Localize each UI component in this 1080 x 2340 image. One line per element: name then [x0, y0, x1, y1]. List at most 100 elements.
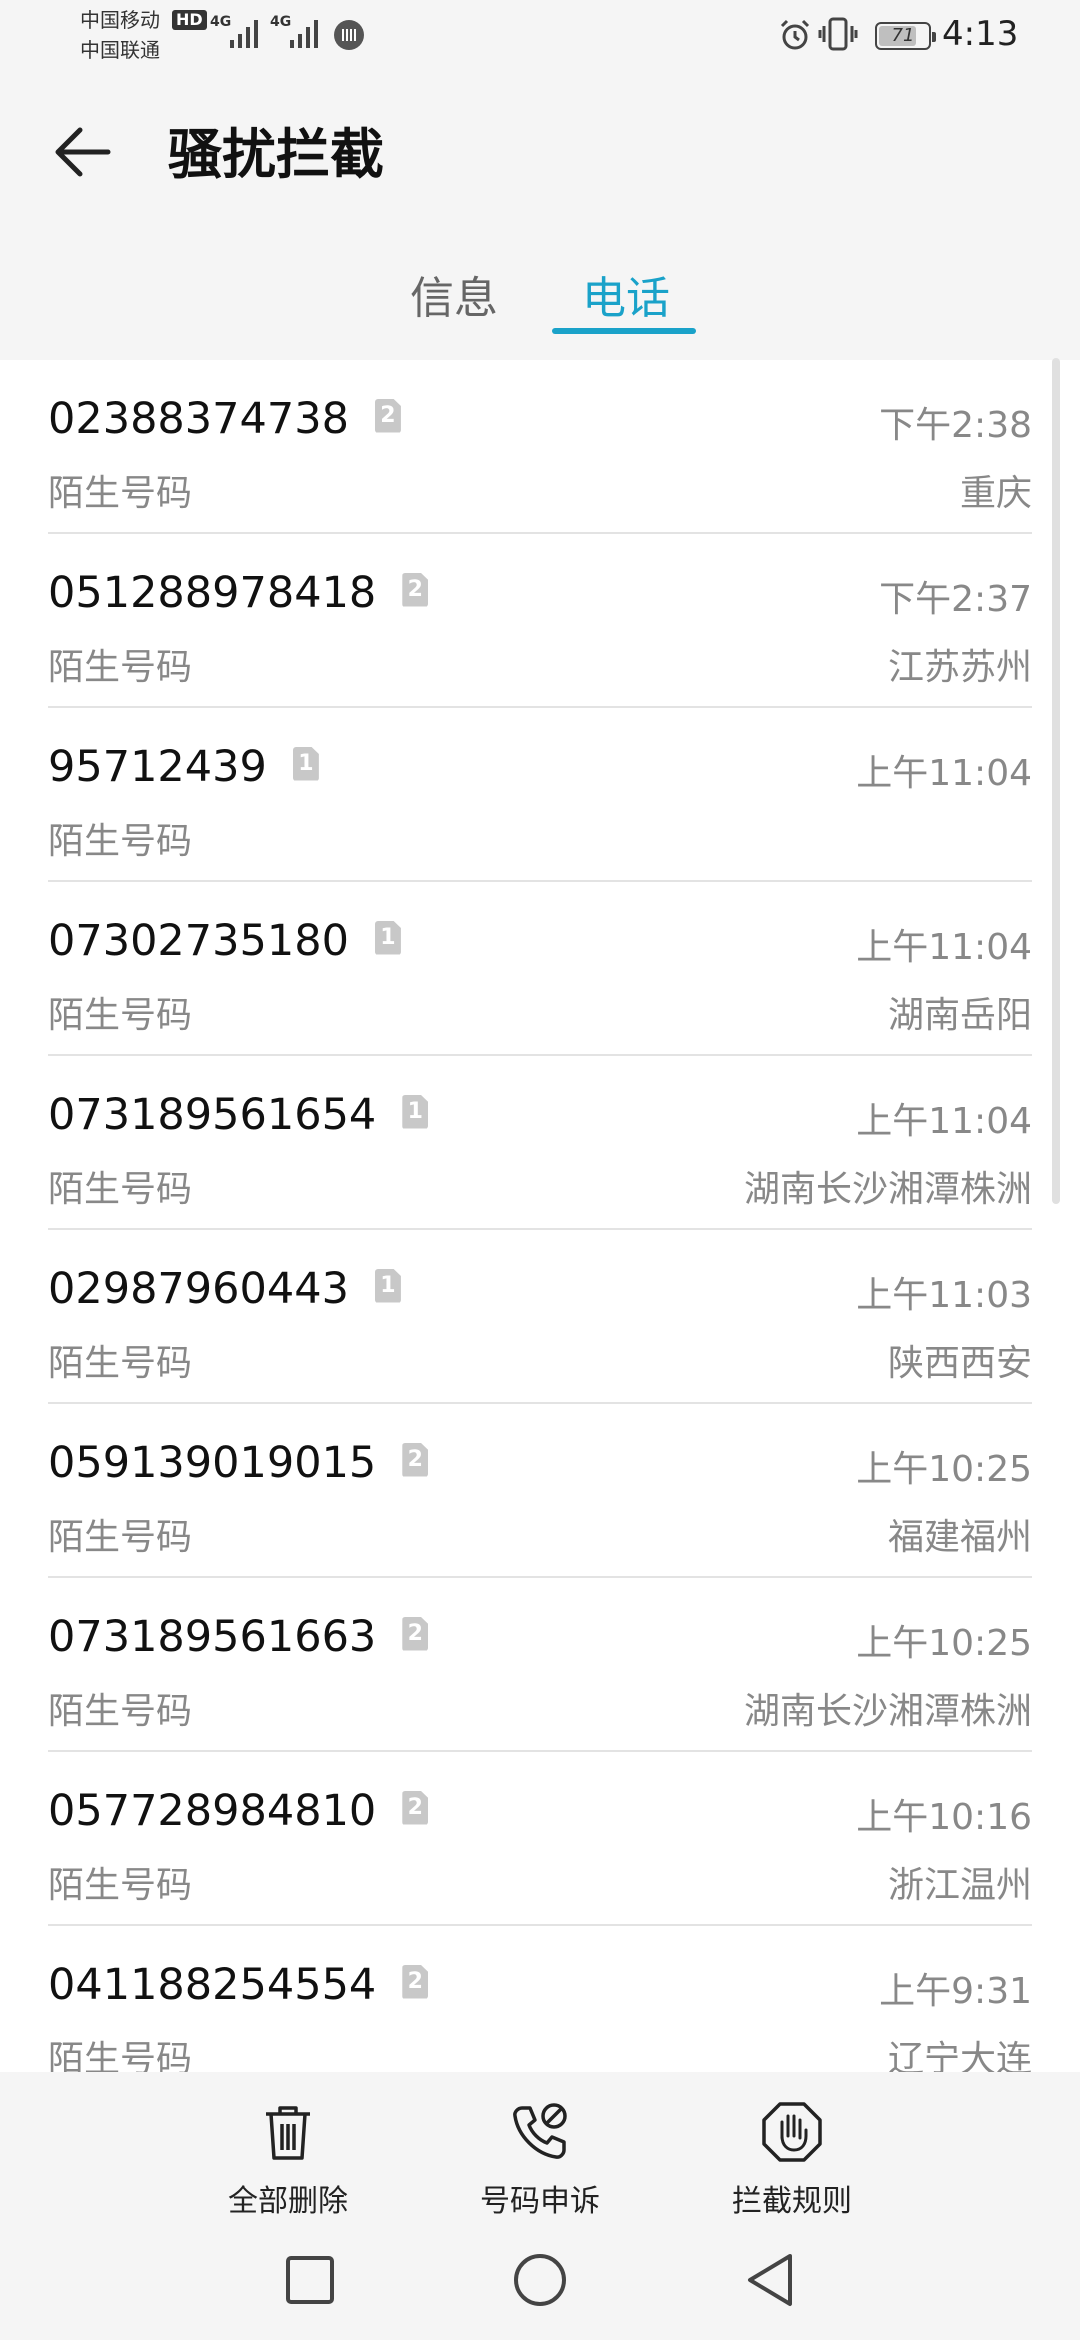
phone-number-text: 051288978418 — [48, 568, 377, 618]
phone-number: 02987960443 1 — [48, 1264, 401, 1314]
phone-number: 95712439 1 — [48, 742, 319, 792]
battery-icon: 71 — [875, 22, 936, 50]
phone-number-text: 041188254554 — [48, 1960, 377, 2010]
number-type-label: 陌生号码 — [48, 1517, 193, 1558]
call-location: 福建福州 — [887, 1517, 1032, 1558]
sim-slot-number: 1 — [380, 924, 396, 950]
call-row[interactable]: 073189561663 2 陌生号码 上午10:25 湖南长沙湘潭株洲 — [48, 1578, 1032, 1752]
battery-level: 71 — [891, 25, 915, 46]
tab-calls[interactable]: 电话 — [582, 262, 670, 326]
call-time: 上午10:16 — [856, 1797, 1032, 1838]
phone-number-text: 057728984810 — [48, 1786, 377, 1836]
blocked-calls-list[interactable]: 02388374738 2 陌生号码 下午2:38 重庆 051288978418 2 陌生号… — [0, 360, 1080, 2072]
sim-slot-number: 1 — [380, 1272, 396, 1298]
arrow-left-icon[interactable] — [46, 116, 118, 188]
sim-slot-number: 2 — [407, 1620, 423, 1646]
call-location: 陕西西安 — [887, 1343, 1032, 1384]
number-type-label: 陌生号码 — [48, 473, 193, 514]
signal-icon — [290, 20, 318, 48]
sim-card-icon: 2 — [374, 398, 401, 433]
call-row[interactable]: 02388374738 2 陌生号码 下午2:38 重庆 — [48, 360, 1032, 534]
sim-slot-number: 2 — [407, 576, 423, 602]
sim-card-icon: 1 — [374, 1268, 401, 1303]
call-row[interactable]: 073189561654 1 陌生号码 上午11:04 湖南长沙湘潭株洲 — [48, 1056, 1032, 1230]
scrollbar[interactable] — [1052, 358, 1060, 1204]
trash-icon — [266, 2106, 310, 2160]
phone-number-text: 95712439 — [48, 742, 267, 792]
sim-card-icon: 2 — [402, 1790, 429, 1825]
recent-apps-icon[interactable] — [280, 2250, 340, 2310]
call-row[interactable]: 051288978418 2 陌生号码 下午2:37 江苏苏州 — [48, 534, 1032, 708]
phone-number: 02388374738 2 — [48, 394, 401, 444]
call-location: 湖南长沙湘潭株洲 — [743, 1169, 1032, 1210]
phone-number-text: 073189561654 — [48, 1090, 377, 1140]
call-row[interactable]: 95712439 1 陌生号码 上午11:04 — [48, 708, 1032, 882]
phone-number: 073189561663 2 — [48, 1612, 429, 1662]
call-location: 湖南长沙湘潭株洲 — [743, 1691, 1032, 1732]
sim-card-icon: 1 — [374, 920, 401, 955]
sim-card-icon: 1 — [292, 746, 319, 781]
phone-number-text: 02987960443 — [48, 1264, 349, 1314]
call-row[interactable]: 059139019015 2 陌生号码 上午10:25 福建福州 — [48, 1404, 1032, 1578]
call-row[interactable]: 041188254554 2 陌生号码 上午9:31 辽宁大连 — [48, 1926, 1032, 2072]
carrier-2: 中国联通 — [80, 38, 160, 62]
system-navigation-bar — [0, 2230, 1080, 2340]
number-type-label: 陌生号码 — [48, 647, 193, 688]
sim-card-icon: 1 — [402, 1094, 429, 1129]
number-type-label: 陌生号码 — [48, 1343, 193, 1384]
sim-card-icon: 2 — [402, 1616, 429, 1651]
call-time: 下午2:38 — [879, 405, 1032, 446]
delete-all-label: 全部删除 — [228, 2184, 348, 2219]
phone-number: 057728984810 2 — [48, 1786, 429, 1836]
number-type-label: 陌生号码 — [48, 995, 193, 1036]
page-title: 骚扰拦截 — [168, 123, 384, 186]
sim-card-icon: 2 — [402, 572, 429, 607]
phone-blocked-icon — [513, 2103, 567, 2159]
call-location: 浙江温州 — [887, 1865, 1032, 1906]
call-time: 上午11:04 — [856, 1101, 1032, 1142]
number-type-label: 陌生号码 — [48, 1169, 193, 1210]
call-time: 上午11:04 — [856, 753, 1032, 794]
voice-assistant-icon — [334, 20, 364, 50]
call-time: 上午11:03 — [856, 1275, 1032, 1316]
sim-card-icon: 2 — [402, 1442, 429, 1477]
number-appeal-label: 号码申诉 — [480, 2184, 600, 2219]
carrier-1: 中国移动 — [80, 8, 160, 32]
clock: 4:13 — [942, 14, 1019, 54]
tab-messages[interactable]: 信息 — [410, 262, 498, 326]
call-location: 江苏苏州 — [887, 647, 1032, 688]
block-rules-label: 拦截规则 — [732, 2184, 852, 2219]
phone-number-text: 02388374738 — [48, 394, 349, 444]
sim-slot-number: 2 — [407, 1968, 423, 1994]
sim-slot-number: 1 — [407, 1098, 423, 1124]
number-type-label: 陌生号码 — [48, 821, 193, 862]
call-time: 上午9:31 — [879, 1971, 1032, 2012]
status-bar: 中国移动 中国联通 HD 4G 4G 71 4:13 — [0, 0, 1080, 72]
number-type-label: 陌生号码 — [48, 1865, 193, 1906]
back-nav-icon[interactable] — [740, 2250, 800, 2310]
call-row[interactable]: 07302735180 1 陌生号码 上午11:04 湖南岳阳 — [48, 882, 1032, 1056]
call-time: 上午10:25 — [856, 1449, 1032, 1490]
hand-stop-icon — [762, 2102, 822, 2162]
number-type-label: 陌生号码 — [48, 2039, 193, 2072]
phone-number: 041188254554 2 — [48, 1960, 429, 2010]
bottom-action-bar: 全部删除 号码申诉 拦截规则 — [0, 2072, 1080, 2230]
sim-slot-number: 2 — [407, 1794, 423, 1820]
phone-number-text: 07302735180 — [48, 916, 349, 966]
number-appeal-button[interactable]: 号码申诉 — [450, 2100, 630, 2220]
call-location: 湖南岳阳 — [887, 995, 1032, 1036]
app-header: 骚扰拦截 信息 电话 — [0, 72, 1080, 360]
phone-number-text: 059139019015 — [48, 1438, 377, 1488]
call-row[interactable]: 057728984810 2 陌生号码 上午10:16 浙江温州 — [48, 1752, 1032, 1926]
number-type-label: 陌生号码 — [48, 1691, 193, 1732]
phone-number: 051288978418 2 — [48, 568, 429, 618]
block-rules-button[interactable]: 拦截规则 — [702, 2100, 882, 2220]
call-row[interactable]: 02987960443 1 陌生号码 上午11:03 陕西西安 — [48, 1230, 1032, 1404]
call-location: 重庆 — [959, 473, 1032, 514]
hd-badge: HD — [172, 10, 207, 30]
active-tab-indicator — [552, 328, 696, 334]
home-icon[interactable] — [510, 2250, 570, 2310]
delete-all-button[interactable]: 全部删除 — [198, 2100, 378, 2220]
call-time: 下午2:37 — [879, 579, 1032, 620]
sim-slot-number: 2 — [380, 402, 396, 428]
